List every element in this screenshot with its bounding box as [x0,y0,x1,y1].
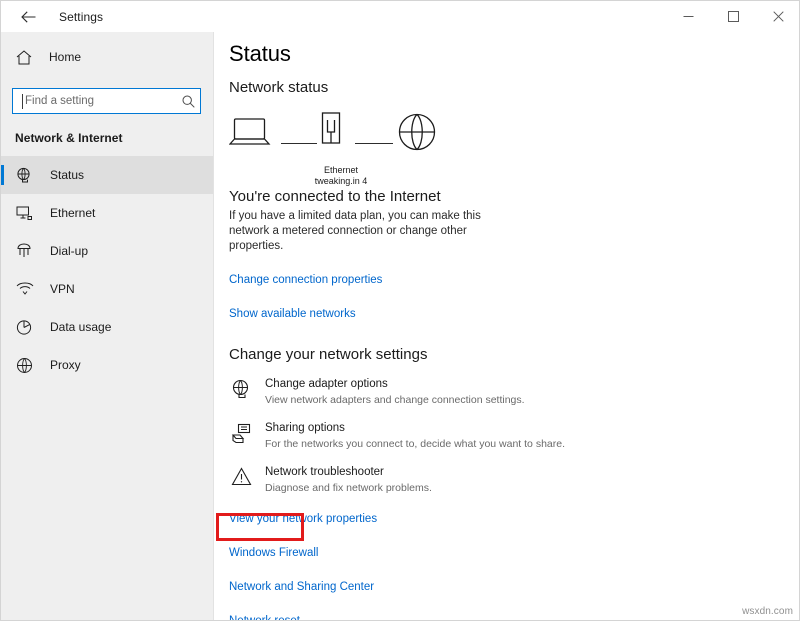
wire-segment [281,143,317,144]
page-title: Status [229,41,291,66]
option-network-troubleshooter[interactable]: Network troubleshooter Diagnose and fix … [229,465,799,495]
sidebar-item-dialup[interactable]: Dial-up [1,232,213,270]
laptop-icon [228,118,271,153]
home-label: Home [49,50,82,64]
sidebar-category-heading: Network & Internet [15,131,123,145]
back-arrow-icon[interactable] [15,4,41,30]
sidebar-item-label: VPN [50,282,75,296]
option-title: Network troubleshooter [265,466,384,478]
adapter-globe-icon [229,379,253,403]
search-box[interactable] [12,88,201,114]
sidebar-item-status[interactable]: Status [1,156,213,194]
link-row: View your network properties [229,509,799,527]
network-label: Ethernet tweaking.in 4 [291,165,391,187]
sidebar-item-proxy[interactable]: Proxy [1,346,213,384]
watermark: wsxdn.com [742,606,793,617]
wire-segment [355,143,393,144]
link-row: Change connection properties [229,270,799,288]
troubleshoot-warning-icon [229,467,253,491]
home-icon [15,48,33,66]
link-show-available-networks[interactable]: Show available networks [229,308,356,320]
link-change-connection-properties[interactable]: Change connection properties [229,274,382,286]
network-status-heading: Network status [229,79,329,96]
window-controls [666,1,799,32]
option-title: Change adapter options [265,378,388,390]
link-network-reset[interactable]: Network reset [229,615,300,620]
option-text: Network troubleshooter Diagnose and fix … [265,465,432,495]
maximize-button[interactable] [711,1,756,32]
window-title: Settings [59,9,104,24]
option-description: Diagnose and fix network problems. [265,482,432,494]
connected-title: You're connected to the Internet [229,188,441,205]
sidebar-item-label: Proxy [50,358,81,372]
sidebar-nav-list: Status Ethernet Dial-up VPN Data usage P… [1,156,213,384]
globe-icon [397,112,437,157]
network-diagram: Ethernet tweaking.in 4 [228,112,449,186]
titlebar: Settings [1,1,799,32]
titlebar-left-group: Settings [1,1,103,32]
sidebar-item-vpn[interactable]: VPN [1,270,213,308]
vpn-icon [15,280,34,299]
search-input[interactable] [13,89,179,113]
globe-status-icon [15,166,34,185]
proxy-globe-icon [15,356,34,375]
settings-window: Settings Home Find a setting Network & I… [0,0,800,621]
sidebar-item-label: Ethernet [50,206,96,220]
ethernet-port-icon [318,112,344,159]
sidebar-item-label: Data usage [50,320,112,334]
option-sharing-options[interactable]: Sharing options For the networks you con… [229,421,799,451]
data-usage-pie-icon [15,318,34,337]
bottom-links: View your network properties Windows Fir… [215,509,799,620]
link-windows-firewall[interactable]: Windows Firewall [229,547,318,559]
link-view-your-network-properties[interactable]: View your network properties [229,513,377,525]
sidebar: Home Network & Internet [1,32,214,620]
minimize-button[interactable] [666,1,711,32]
sidebar-item-label: Dial-up [50,244,89,258]
option-change-adapter-options[interactable]: Change adapter options View network adap… [229,377,799,407]
network-label-line2: tweaking.in 4 [314,176,368,186]
option-description: For the networks you connect to, decide … [265,438,565,450]
main-content: Status Network status Ethernet tweaking.… [215,32,799,620]
sharing-icon [229,423,253,447]
option-text: Sharing options For the networks you con… [265,421,565,451]
link-row: Show available networks [229,304,799,322]
text-caret [22,94,23,109]
network-label-line1: Ethernet [323,165,359,175]
sidebar-item-ethernet[interactable]: Ethernet [1,194,213,232]
connected-description: If you have a limited data plan, you can… [229,210,481,252]
network-options-list: Change adapter options View network adap… [215,377,799,495]
sidebar-item-home[interactable]: Home [1,40,213,74]
sidebar-item-data-usage[interactable]: Data usage [1,308,213,346]
sidebar-item-label: Status [50,168,85,182]
ethernet-monitor-icon [15,204,34,223]
search-icon[interactable] [179,89,198,113]
dialup-icon [15,242,34,261]
link-row: Network and Sharing Center [229,577,799,595]
link-network-and-sharing-center[interactable]: Network and Sharing Center [229,581,374,593]
option-text: Change adapter options View network adap… [265,377,525,407]
change-network-settings-heading: Change your network settings [229,346,428,363]
link-row: Network reset [229,611,799,620]
option-title: Sharing options [265,422,345,434]
link-row: Windows Firewall [229,543,799,561]
close-button[interactable] [756,1,799,32]
option-description: View network adapters and change connect… [265,394,525,406]
